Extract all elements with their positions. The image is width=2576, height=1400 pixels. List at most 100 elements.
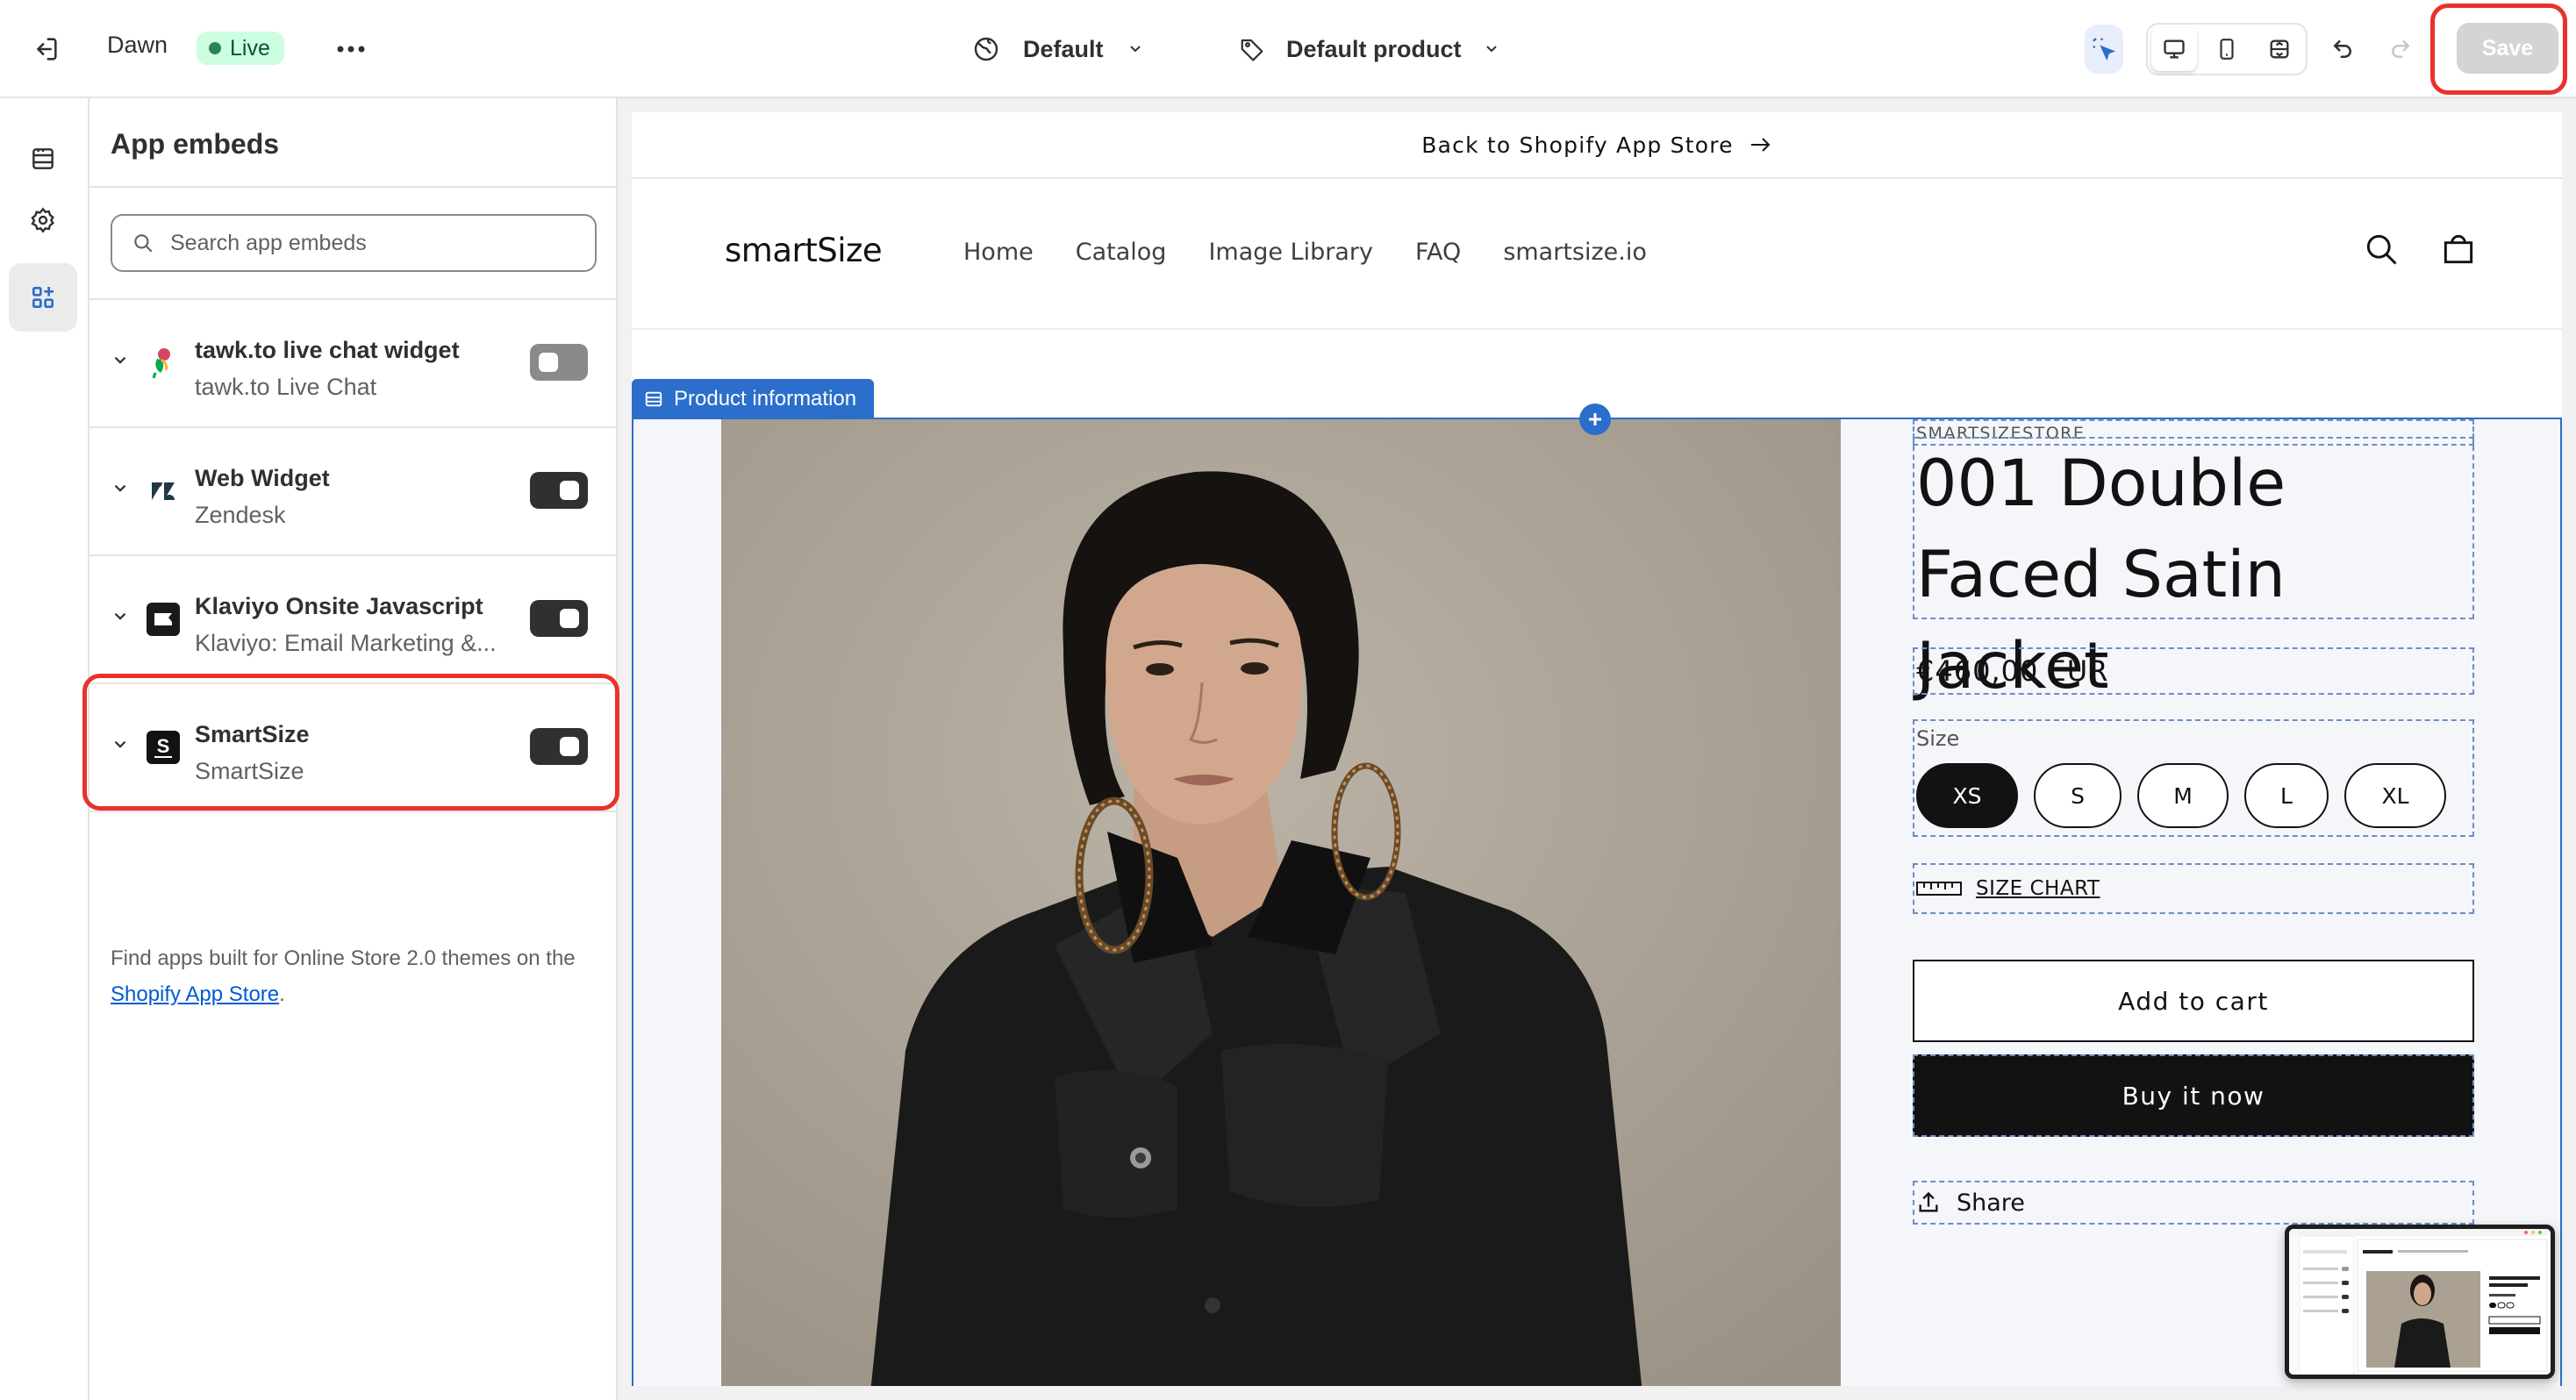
redo-icon (2392, 40, 2410, 58)
toggle-knob (560, 609, 579, 628)
size-option-l[interactable]: L (2244, 763, 2329, 828)
exit-icon (37, 38, 57, 61)
preset-label: Default (1023, 35, 1104, 62)
product-image[interactable] (721, 419, 1841, 1386)
footer-end: . (279, 982, 285, 1006)
cursor-select-icon (2093, 38, 2116, 61)
shopify-app-store-link[interactable]: Shopify App Store (111, 982, 279, 1006)
chevron-down-icon (1485, 46, 1497, 53)
embed-provider: Klaviyo: Email Marketing &... (195, 630, 497, 656)
size-chart-link[interactable]: SIZE CHART (1913, 863, 2474, 914)
product-title[interactable]: 001 Double Faced Satin Jacket (1913, 437, 2474, 704)
share-icon (1919, 1191, 1938, 1212)
ruler-icon (1916, 882, 1962, 896)
section-tag-label: Product information (674, 387, 857, 411)
cart-button[interactable] (2439, 230, 2478, 268)
exit-button[interactable] (25, 30, 67, 68)
save-highlight-annotation (2430, 4, 2567, 95)
nav-item-faq[interactable]: FAQ (1415, 239, 1461, 266)
undo-icon (2333, 40, 2351, 58)
status-badge-label: Live (230, 35, 270, 61)
add-section-button[interactable] (1579, 404, 1611, 435)
size-option-s[interactable]: S (2034, 763, 2122, 828)
theme-settings-nav-button[interactable] (9, 186, 77, 254)
desktop-view-button[interactable] (2151, 27, 2197, 71)
app-embeds-nav-button[interactable] (9, 263, 77, 332)
redo-button[interactable] (2379, 30, 2422, 68)
inspector-toggle-button[interactable] (2085, 25, 2123, 74)
store-preview: Back to Shopify App Store smartSize Home… (632, 112, 2562, 1386)
arrow-right-icon (1750, 138, 1771, 152)
store-search-button[interactable] (2362, 230, 2401, 268)
add-to-cart-button[interactable]: Add to cart (1913, 960, 2474, 1042)
nav-item-image-library[interactable]: Image Library (1208, 239, 1373, 266)
embed-name: Web Widget (195, 465, 330, 491)
search-field[interactable] (111, 214, 597, 272)
editor-topbar: Dawn Live Default Default product Save (0, 0, 2576, 98)
section-tag[interactable]: Product information (632, 379, 875, 419)
footer-help-text: Find apps built for Online Store 2.0 the… (111, 940, 602, 1012)
embed-toggle-on[interactable] (530, 472, 588, 509)
section-icon (645, 391, 662, 407)
ellipsis-icon (337, 46, 365, 53)
nav-item-smartsize-io[interactable]: smartsize.io (1503, 239, 1647, 266)
sections-nav-button[interactable] (9, 125, 77, 193)
embed-name: tawk.to live chat widget (195, 337, 460, 363)
fullscreen-view-button[interactable] (2257, 27, 2302, 71)
search-input[interactable] (170, 230, 574, 256)
panel-title: App embeds (111, 128, 280, 160)
smartsize-highlight-annotation (82, 674, 619, 811)
store-nav: Home Catalog Image Library FAQ smartsize… (963, 239, 1647, 266)
plus-icon (1589, 413, 1601, 425)
announcement-text: Back to Shopify App Store (1421, 132, 1734, 158)
chevron-down-icon (1129, 46, 1141, 53)
embed-item-klaviyo[interactable]: Klaviyo Onsite Javascript Klaviyo: Email… (89, 556, 616, 684)
tag-icon (1241, 39, 1263, 61)
product-price[interactable]: €460,00 EUR (1913, 647, 2474, 695)
nav-item-home[interactable]: Home (963, 239, 1034, 266)
size-variant-picker[interactable]: Size XS S M L XL (1913, 719, 2474, 837)
size-chart-label: SIZE CHART (1976, 877, 2100, 900)
size-label: Size (1916, 726, 1960, 751)
embed-toggle-on[interactable] (530, 600, 588, 637)
share-button[interactable]: Share (1913, 1181, 2474, 1225)
preset-selector[interactable]: Default (972, 30, 1144, 68)
apps-icon (32, 287, 54, 308)
buy-now-button[interactable]: Buy it now (1913, 1054, 2474, 1137)
undo-button[interactable] (2322, 30, 2364, 68)
klaviyo-logo-icon (146, 602, 181, 637)
size-option-xl[interactable]: XL (2344, 763, 2446, 828)
live-dot-icon (209, 42, 221, 54)
status-badge: Live (197, 32, 284, 65)
template-selector[interactable]: Default product (1239, 30, 1500, 68)
chevron-down-icon[interactable] (111, 607, 130, 626)
embed-toggle-off[interactable] (530, 344, 588, 381)
size-option-xs[interactable]: XS (1916, 763, 2018, 828)
store-logo[interactable]: smartSize (725, 232, 883, 269)
template-label: Default product (1286, 35, 1462, 62)
nav-item-catalog[interactable]: Catalog (1076, 239, 1167, 266)
divider (632, 328, 2562, 330)
tawkto-logo-icon (146, 346, 181, 381)
chevron-down-icon[interactable] (111, 351, 130, 370)
share-label: Share (1957, 1189, 2025, 1217)
chevron-down-icon[interactable] (111, 479, 130, 498)
mobile-icon (2220, 39, 2234, 60)
embed-item-zendesk[interactable]: Web Widget Zendesk (89, 428, 616, 556)
gear-icon (31, 207, 54, 233)
zendesk-logo-icon (146, 474, 181, 509)
toggle-knob (560, 481, 579, 500)
device-preview-group (2146, 23, 2308, 75)
mobile-view-button[interactable] (2204, 27, 2250, 71)
embed-item-tawkto[interactable]: tawk.to live chat widget tawk.to Live Ch… (89, 300, 616, 428)
size-option-m[interactable]: M (2137, 763, 2229, 828)
search-icon (2366, 234, 2397, 265)
announcement-bar[interactable]: Back to Shopify App Store (632, 112, 2562, 179)
search-icon (134, 234, 153, 253)
more-actions-button[interactable] (332, 30, 370, 68)
globe-icon (974, 37, 998, 61)
fullscreen-icon (2270, 39, 2289, 59)
mini-preview-thumbnail[interactable] (2285, 1225, 2555, 1379)
cart-icon (2444, 234, 2473, 264)
size-options: XS S M L XL (1916, 763, 2472, 828)
